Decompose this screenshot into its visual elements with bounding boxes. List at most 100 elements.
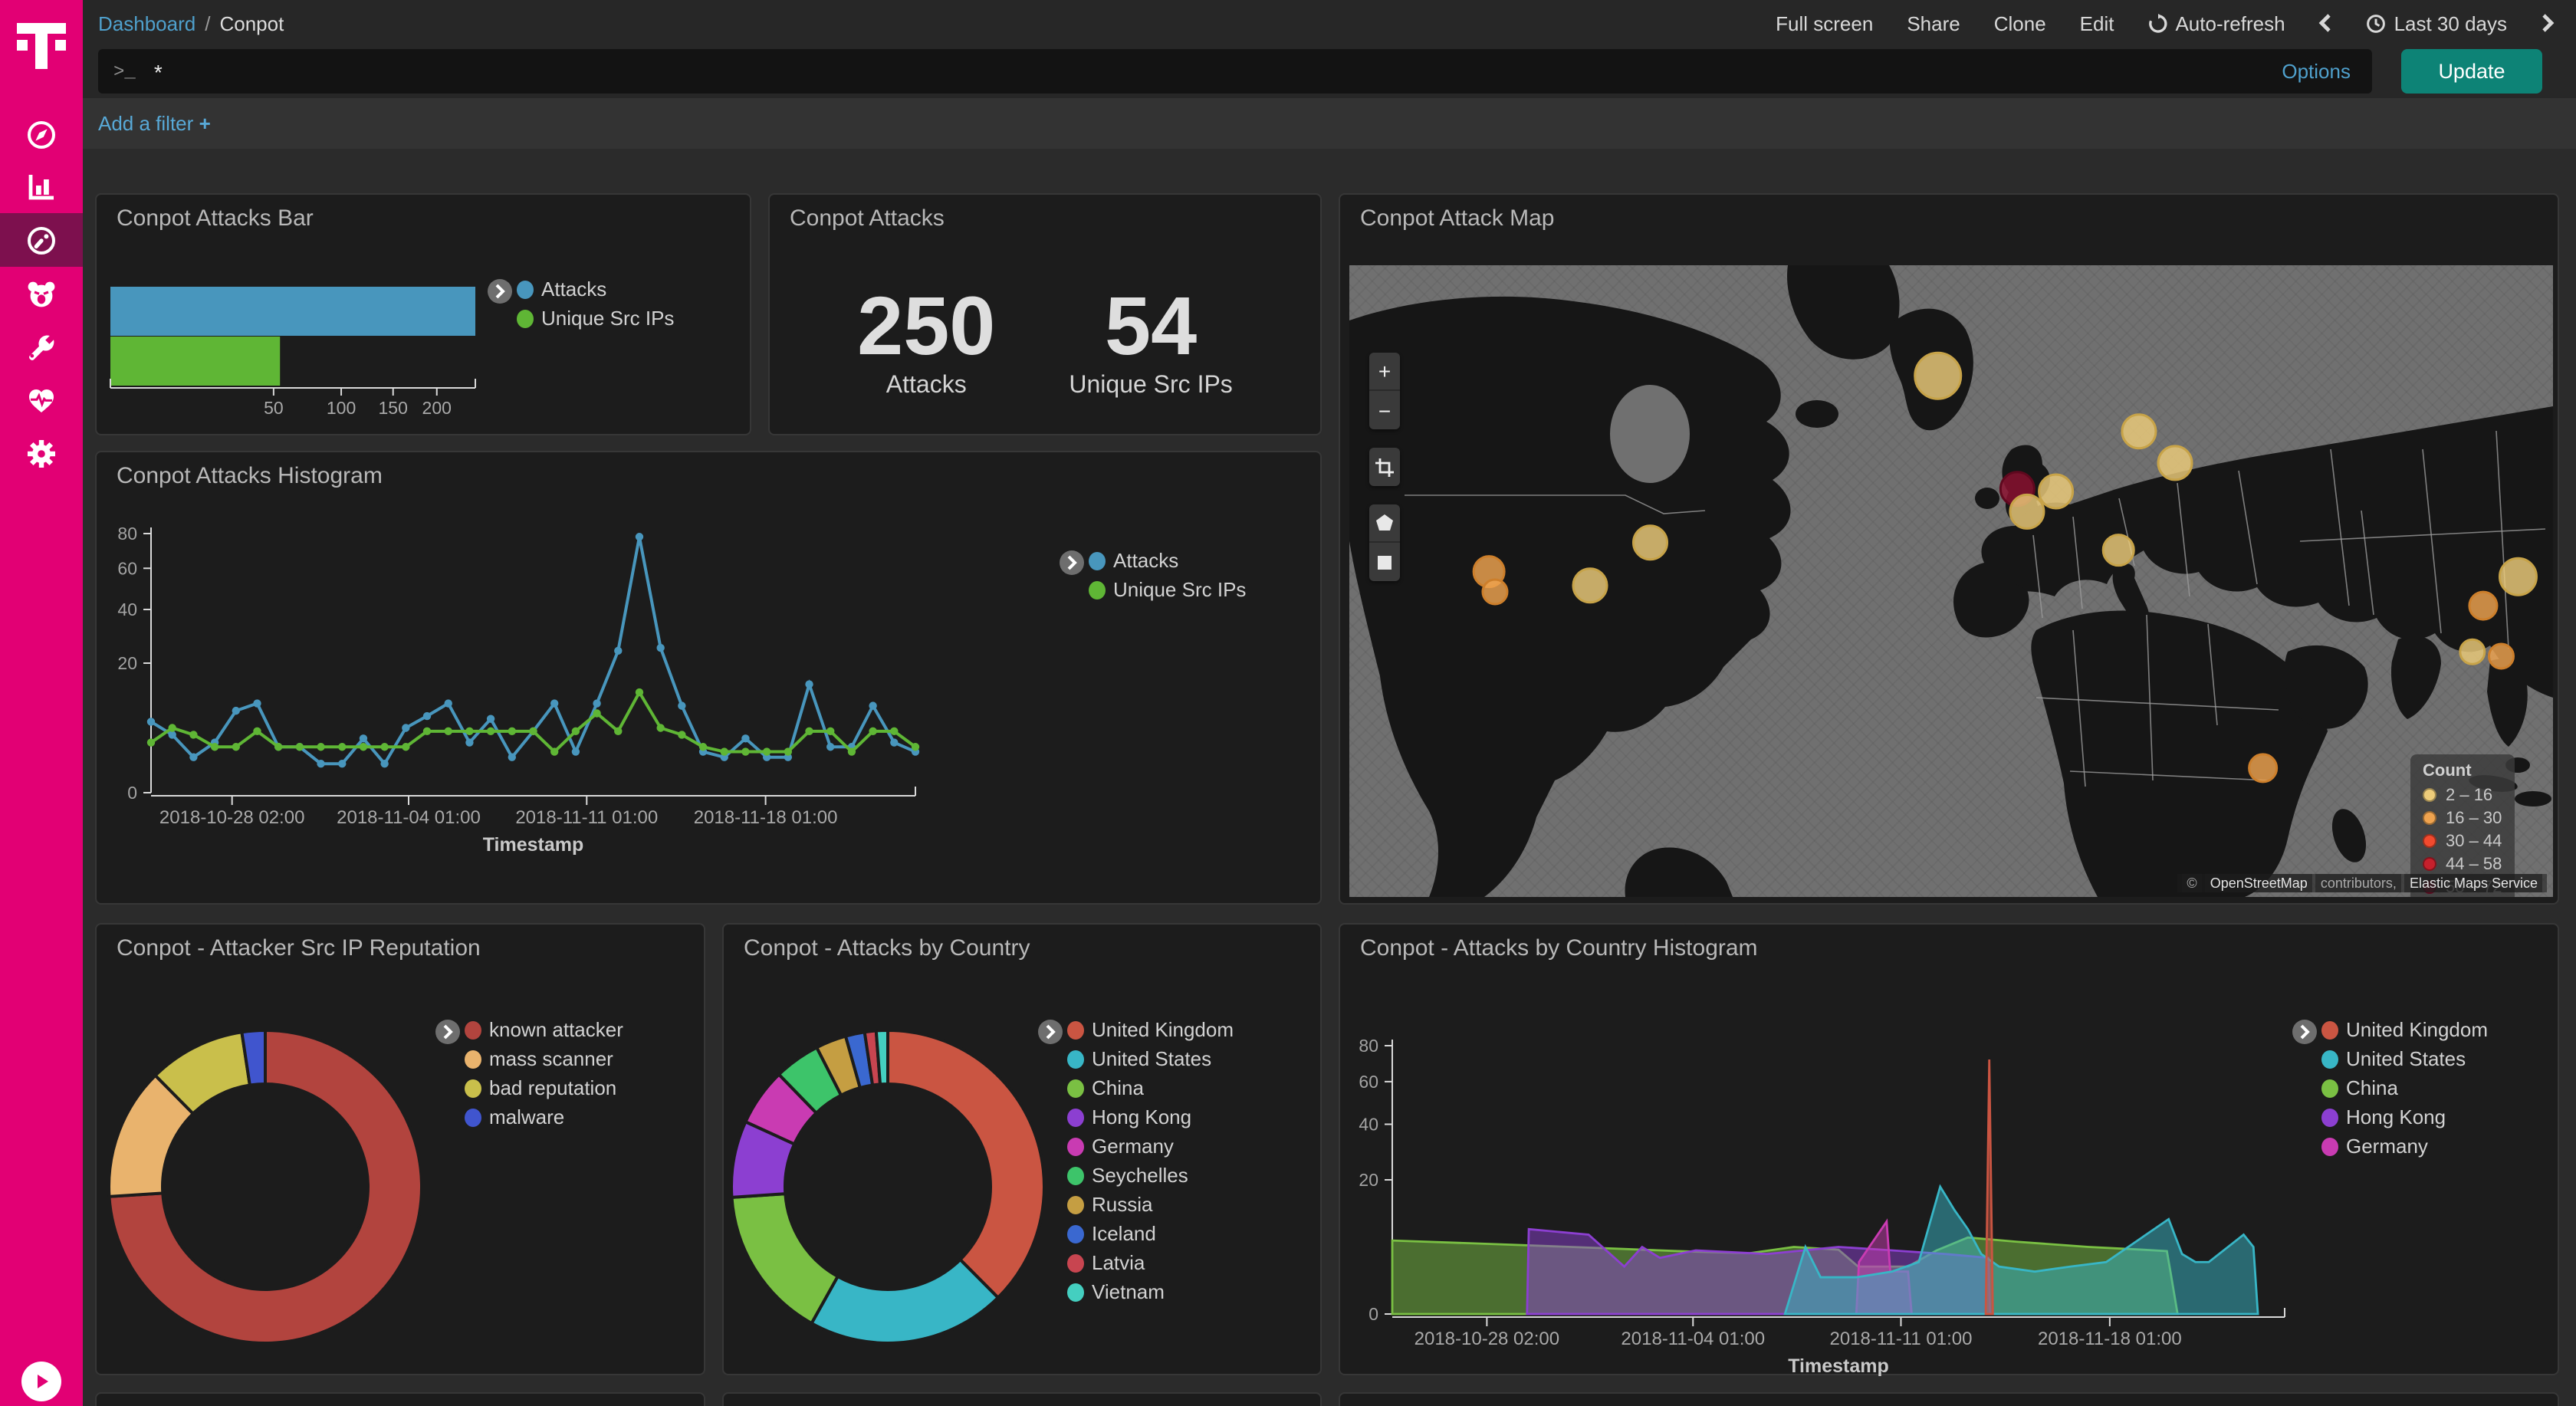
clone-button[interactable]: Clone [1994,11,2046,34]
legend-item[interactable]: Seychelles [1067,1161,1234,1190]
panel-attacks-by-country: Conpot - Attacks by Country United Kingd… [722,923,1322,1375]
legend-label: Attacks [1113,549,1178,572]
legend-item[interactable]: China [2321,1073,2488,1102]
sidebar-item-dev-tools[interactable] [0,319,83,373]
draw-polygon-button[interactable] [1369,504,1400,543]
legend-label: Hong Kong [1092,1105,1191,1128]
legend-label: Unique Src IPs [541,307,674,330]
legend-item[interactable]: mass scanner [465,1044,623,1073]
legend-color-dot [1067,1166,1084,1184]
legend-item[interactable]: Attacks [1089,546,1246,575]
sidebar-item-management[interactable] [0,426,83,480]
legend-item[interactable]: Unique Src IPs [1089,575,1246,604]
legend-item[interactable]: Germany [1067,1132,1234,1161]
legend-item[interactable]: Hong Kong [2321,1102,2488,1132]
search-input[interactable]: >_ * Options [98,49,2372,94]
chart-legend: Attacks Unique Src IPs [1089,546,1246,604]
ems-link[interactable]: Elastic Maps Service [2405,874,2542,892]
sidebar [0,0,83,1406]
legend-label: Germany [1092,1135,1174,1158]
legend-item[interactable]: Iceland [1067,1219,1234,1248]
legend-item[interactable]: Germany [2321,1132,2488,1161]
panel-partial [1339,1392,2559,1406]
legend-color-dot [1067,1108,1084,1126]
svg-text:2018-11-11 01:00: 2018-11-11 01:00 [1830,1329,1973,1349]
legend-color-dot [1067,1283,1084,1301]
legend-label: mass scanner [489,1047,613,1070]
legend-item[interactable]: Latvia [1067,1248,1234,1277]
sidebar-item-visualize[interactable] [0,159,83,213]
breadcrumb-current: Conpot [219,11,284,34]
legend-toggle[interactable] [488,279,512,304]
legend-label: United Kingdom [2346,1018,2488,1041]
timepicker-button[interactable]: Last 30 days [2367,11,2507,34]
sidebar-item-dashboard[interactable] [0,213,83,267]
legend-toggle[interactable] [2292,1020,2317,1044]
legend-item[interactable]: malware [465,1102,623,1132]
bucket-color-dot [2423,834,2436,848]
breadcrumb-dashboard-link[interactable]: Dashboard [98,11,196,34]
chart-legend: known attacker mass scanner bad reputation… [465,1015,623,1132]
crop-box-button[interactable] [1369,448,1400,486]
legend-color-dot [2321,1050,2338,1068]
legend-label: United States [2346,1047,2466,1070]
time-prev-button[interactable] [2319,14,2333,32]
map-legend-item: 16 – 30 [2423,806,2502,829]
topbar: Dashboard / Conpot Full screen Share Clo… [83,0,2576,46]
svg-text:2018-11-04 01:00: 2018-11-04 01:00 [1621,1329,1765,1349]
legend-item[interactable]: United Kingdom [1067,1015,1234,1044]
svg-text:200: 200 [422,398,452,418]
legend-color-dot [465,1050,481,1068]
legend-item[interactable]: United Kingdom [2321,1015,2488,1044]
sidebar-item-discover[interactable] [0,107,83,161]
legend-label: Seychelles [1092,1164,1188,1187]
draw-rect-button[interactable] [1369,543,1400,581]
chevron-left-icon [2319,14,2333,32]
legend-label: bad reputation [489,1076,616,1099]
legend-item[interactable]: Hong Kong [1067,1102,1234,1132]
legend-toggle[interactable] [1060,550,1084,575]
svg-text:20: 20 [117,653,137,673]
bear-icon [25,277,58,310]
legend-color-dot [1067,1195,1084,1214]
panel-title: Conpot - Attacker Src IP Reputation [117,935,481,961]
sidebar-item-honeypot[interactable] [0,267,83,320]
metric-value: 54 [1069,284,1232,370]
update-button[interactable]: Update [2401,49,2542,94]
legend-color-dot [1089,580,1106,599]
full-screen-button[interactable]: Full screen [1776,11,1873,34]
time-next-button[interactable] [2541,14,2555,32]
query-options-link[interactable]: Options [2282,60,2351,83]
play-icon [32,1372,51,1391]
legend-item[interactable]: Russia [1067,1190,1234,1219]
osm-link[interactable]: OpenStreetMap [2206,874,2312,892]
legend-item[interactable]: bad reputation [465,1073,623,1102]
legend-item[interactable]: China [1067,1073,1234,1102]
edit-button[interactable]: Edit [2080,11,2114,34]
svg-text:80: 80 [1359,1036,1378,1056]
panel-title: Conpot - Attacks by Country Histogram [1360,935,1758,961]
auto-refresh-button[interactable]: Auto-refresh [2147,11,2285,34]
legend-toggle[interactable] [1038,1020,1063,1044]
legend-item[interactable]: known attacker [465,1015,623,1044]
legend-item[interactable]: United States [1067,1044,1234,1073]
share-button[interactable]: Share [1907,11,1960,34]
legend-color-dot [1067,1253,1084,1272]
zoom-in-button[interactable]: + [1369,353,1400,391]
legend-item[interactable]: United States [2321,1044,2488,1073]
panel-country-histogram: Conpot - Attacks by Country Histogram 02… [1339,923,2559,1375]
add-filter-button[interactable]: Add a filter + [98,112,211,135]
legend-item[interactable]: Unique Src IPs [517,304,674,333]
panel-title: Conpot Attacks Histogram [117,463,383,489]
legend-item[interactable]: Attacks [517,274,674,304]
legend-toggle[interactable] [435,1020,460,1044]
collapse-nav-button[interactable] [21,1362,61,1401]
chart-legend: Attacks Unique Src IPs [517,274,674,333]
metric-value: 250 [857,284,995,370]
sidebar-item-monitoring[interactable] [0,373,83,426]
legend-item[interactable]: Vietnam [1067,1277,1234,1306]
legend-color-dot [2321,1137,2338,1155]
world-map[interactable]: + − Count 2 – 1616 – 3030 – 4444 – 5858 … [1349,265,2553,897]
zoom-out-button[interactable]: − [1369,391,1400,429]
panel-attacks-metric: Conpot Attacks 250 Attacks 54 Unique Src… [768,193,1322,435]
